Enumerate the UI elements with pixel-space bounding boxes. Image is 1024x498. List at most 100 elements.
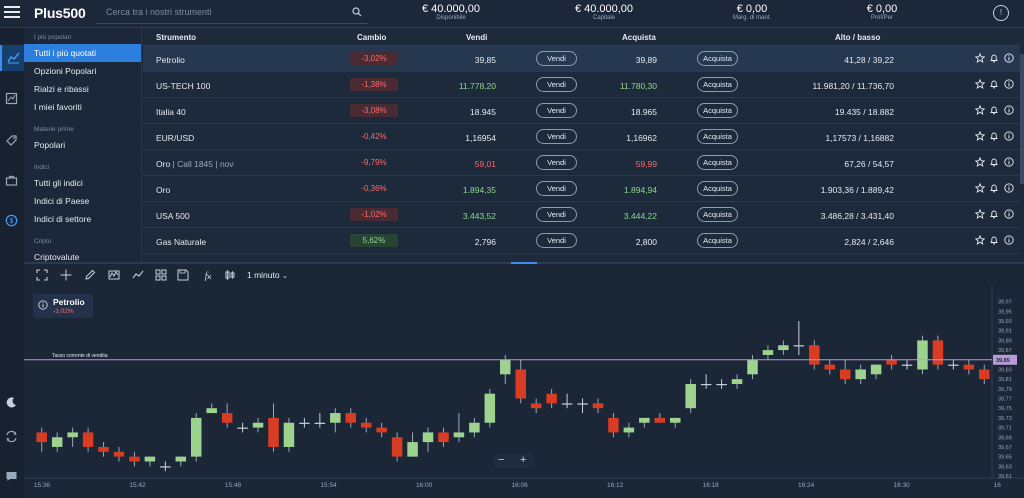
candle-body[interactable] — [608, 417, 619, 433]
candle-body[interactable] — [422, 432, 434, 443]
zoom-in-button[interactable]: + — [520, 454, 526, 466]
scrollbar-thumb[interactable] — [1020, 54, 1024, 184]
instrument-name[interactable]: Oro | Call 1845 | nov — [156, 159, 234, 169]
zoom-out-button[interactable]: − — [498, 454, 504, 466]
candle-body[interactable] — [98, 446, 109, 452]
sidebar-item-country-indices[interactable]: Indici di Paese — [24, 192, 141, 210]
table-row[interactable]: Gas Naturale 5,62% 2,796 Vendi 2,800 Acquista… — [143, 228, 1024, 254]
sidebar-item-all-indices[interactable]: Tutti gli indici — [24, 174, 141, 192]
candle-body[interactable] — [932, 340, 944, 365]
candle-body[interactable] — [407, 442, 418, 457]
timeframe-selector[interactable]: 1 minuto ⌄ — [247, 270, 288, 280]
buy-button[interactable]: Acquista — [697, 233, 738, 248]
favorite-star-icon[interactable] — [975, 53, 985, 63]
candle-body[interactable] — [778, 345, 789, 351]
candle-body[interactable] — [453, 432, 465, 438]
candle-body[interactable] — [330, 413, 341, 423]
candle-body[interactable] — [654, 417, 666, 423]
candle-body[interactable] — [963, 364, 975, 370]
candle-body[interactable] — [221, 413, 233, 423]
instrument-name[interactable]: Gas Naturale — [156, 237, 206, 247]
candle-body[interactable] — [824, 364, 836, 370]
candle-body[interactable] — [237, 427, 248, 429]
account-icon[interactable]: ! — [993, 5, 1009, 21]
candle-body[interactable] — [113, 451, 125, 457]
sidebar-item-commodities-popular[interactable]: Popolari — [24, 136, 141, 154]
sidebar-item-most-traded[interactable]: Tutti i più quotati — [24, 44, 141, 62]
instrument-name[interactable]: Oro — [156, 185, 170, 195]
candle-body[interactable] — [839, 369, 851, 380]
candle-body[interactable] — [948, 364, 959, 366]
favorite-star-icon[interactable] — [975, 209, 985, 219]
candle-body[interactable] — [870, 364, 882, 375]
candle-body[interactable] — [793, 345, 805, 347]
instrument-name[interactable]: EUR/USD — [156, 133, 194, 143]
buy-button[interactable]: Acquista — [697, 51, 738, 66]
candle-body[interactable] — [592, 403, 604, 409]
buy-button[interactable]: Acquista — [697, 103, 738, 118]
candle-body[interactable] — [546, 393, 557, 404]
table-scrollbar[interactable] — [1020, 28, 1024, 262]
col-header-buy[interactable]: Acquista — [622, 33, 656, 42]
candle-body[interactable] — [623, 427, 635, 433]
buy-button[interactable]: Acquista — [697, 77, 738, 92]
candle-body[interactable] — [175, 456, 187, 462]
sidebar-item-crypto[interactable]: Criptovalute — [24, 248, 141, 262]
candle-body[interactable] — [762, 350, 774, 355]
save-icon[interactable] — [177, 269, 189, 281]
layout-grid-icon[interactable] — [155, 269, 167, 281]
candle-body[interactable] — [731, 379, 743, 384]
candle-body[interactable] — [82, 432, 94, 447]
table-row[interactable]: EUR/USD -0,42% 1,16954 Vendi 1,16962 Acquista… — [143, 124, 1024, 150]
buy-button[interactable]: Acquista — [697, 155, 738, 170]
sell-button[interactable]: Vendi — [536, 77, 577, 92]
search-icon[interactable] — [352, 7, 362, 17]
candle-body[interactable] — [700, 384, 712, 386]
sell-button[interactable]: Vendi — [536, 181, 577, 196]
candle-body[interactable] — [855, 369, 866, 380]
sell-button[interactable]: Vendi — [536, 51, 577, 66]
alert-bell-icon[interactable] — [989, 53, 999, 63]
candle-body[interactable] — [51, 437, 63, 447]
indicator-icon[interactable] — [108, 269, 120, 281]
buy-button[interactable]: Acquista — [697, 207, 738, 222]
candle-body[interactable] — [160, 466, 171, 468]
candle-body[interactable] — [190, 417, 202, 457]
candle-body[interactable] — [484, 393, 496, 423]
candle-body[interactable] — [515, 369, 526, 399]
menu-icon[interactable] — [4, 6, 20, 20]
search-box[interactable] — [96, 2, 368, 24]
candle-body[interactable] — [438, 432, 449, 443]
function-icon[interactable]: f — [200, 269, 212, 281]
candle-body[interactable] — [252, 422, 264, 428]
candle-body[interactable] — [206, 408, 217, 414]
fullscreen-icon[interactable] — [36, 269, 48, 281]
candle-body[interactable] — [886, 359, 897, 365]
table-row[interactable]: US-TECH 100 -1,38% 11.778,20 Vendi 11.780,30… — [143, 72, 1024, 98]
candle-body[interactable] — [376, 427, 387, 433]
sell-button[interactable]: Vendi — [536, 129, 577, 144]
candle-body[interactable] — [716, 384, 727, 386]
candle-body[interactable] — [979, 369, 990, 380]
info-icon[interactable] — [1004, 209, 1014, 219]
favorite-star-icon[interactable] — [975, 235, 985, 245]
candle-body[interactable] — [144, 456, 156, 462]
alert-bell-icon[interactable] — [989, 157, 999, 167]
rail-chat[interactable] — [0, 464, 24, 490]
sell-button[interactable]: Vendi — [536, 103, 577, 118]
candlestick-type-icon[interactable] — [224, 269, 236, 281]
candle-body[interactable] — [901, 364, 913, 366]
candle-body[interactable] — [500, 359, 511, 375]
favorite-star-icon[interactable] — [975, 105, 985, 115]
sidebar-item-sector-indices[interactable]: Indici di settore — [24, 210, 141, 228]
candle-body[interactable] — [639, 417, 650, 423]
rail-portfolio[interactable] — [0, 168, 24, 194]
instrument-name[interactable]: US-TECH 100 — [156, 81, 210, 91]
candle-body[interactable] — [561, 403, 573, 405]
instrument-name[interactable]: USA 500 — [156, 211, 190, 221]
candle-body[interactable] — [67, 432, 78, 438]
sidebar-item-popular-options[interactable]: Opzioni Popolari — [24, 62, 141, 80]
table-row[interactable]: Oro | Call 1845 | nov -9,79% 59,01 Vendi 59,… — [143, 150, 1024, 176]
table-row[interactable]: USA 500 -1,02% 3.443,52 Vendi 3.444,22 Acquis… — [143, 202, 1024, 228]
instrument-name[interactable]: Italia 40 — [156, 107, 186, 117]
